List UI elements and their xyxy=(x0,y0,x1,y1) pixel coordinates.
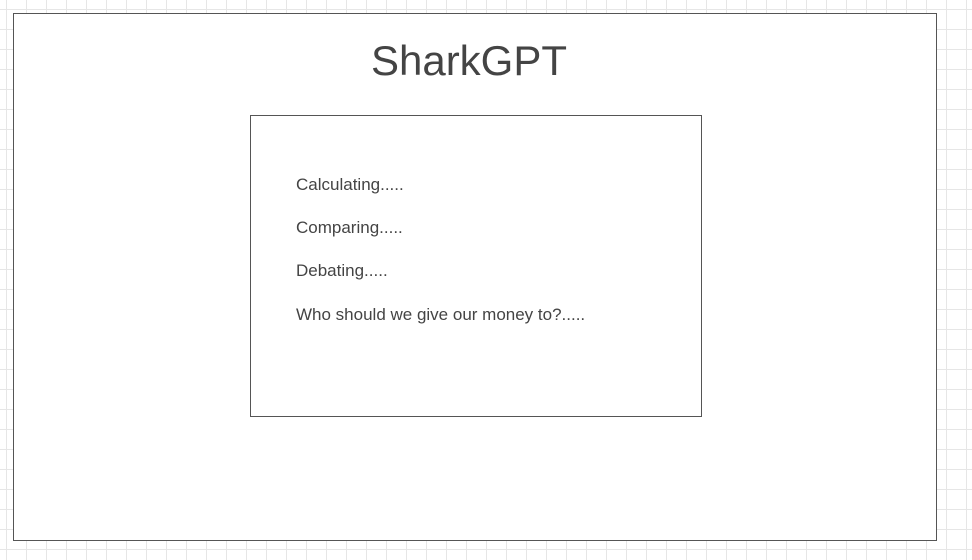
status-line-comparing: Comparing..... xyxy=(296,218,403,237)
status-line-debating: Debating..... xyxy=(296,261,388,280)
status-panel: Calculating..... Comparing..... Debating… xyxy=(250,115,702,417)
status-line-calculating: Calculating..... xyxy=(296,175,404,194)
status-line-question: Who should we give our money to?..... xyxy=(296,305,586,324)
app-frame: SharkGPT Calculating..... Comparing.....… xyxy=(13,13,937,541)
page-title: SharkGPT xyxy=(370,37,568,84)
status-list: Calculating..... Comparing..... Debating… xyxy=(296,175,585,325)
